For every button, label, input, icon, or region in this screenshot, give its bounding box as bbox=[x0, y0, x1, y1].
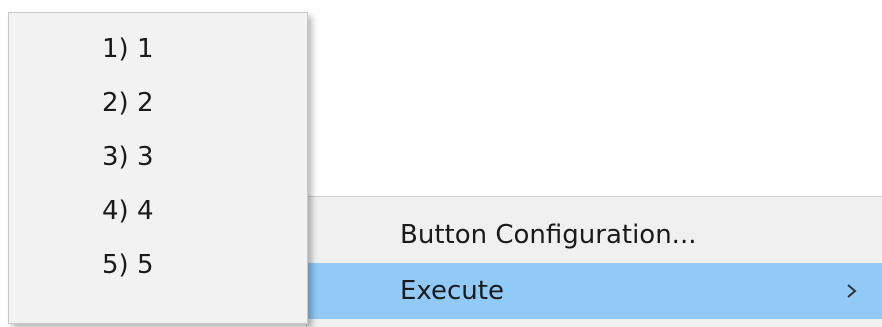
submenu-item-label: 3) 3 bbox=[102, 142, 154, 172]
submenu-item-5[interactable]: 5) 5 bbox=[9, 239, 307, 291]
submenu-item-label: 5) 5 bbox=[102, 250, 154, 280]
submenu-item-label: 1) 1 bbox=[102, 34, 154, 64]
chevron-right-icon bbox=[847, 284, 857, 298]
submenu-item-1[interactable]: 1) 1 bbox=[9, 23, 307, 75]
submenu-item-3[interactable]: 3) 3 bbox=[9, 131, 307, 183]
menu-item-label: Button Configuration... bbox=[400, 220, 697, 250]
submenu-item-label: 2) 2 bbox=[102, 88, 154, 118]
execute-submenu: 1) 1 2) 2 3) 3 4) 4 5) 5 bbox=[8, 12, 308, 324]
submenu-item-4[interactable]: 4) 4 bbox=[9, 185, 307, 237]
context-menu: Button Configuration... Execute bbox=[306, 196, 882, 327]
menu-item-label: Execute bbox=[400, 276, 504, 306]
menu-item-button-configuration[interactable]: Button Configuration... bbox=[307, 207, 882, 263]
menu-item-execute[interactable]: Execute bbox=[307, 263, 882, 319]
submenu-item-label: 4) 4 bbox=[102, 196, 154, 226]
screen: Button Configuration... Execute 1) 1 2) … bbox=[0, 0, 882, 327]
submenu-item-2[interactable]: 2) 2 bbox=[9, 77, 307, 129]
